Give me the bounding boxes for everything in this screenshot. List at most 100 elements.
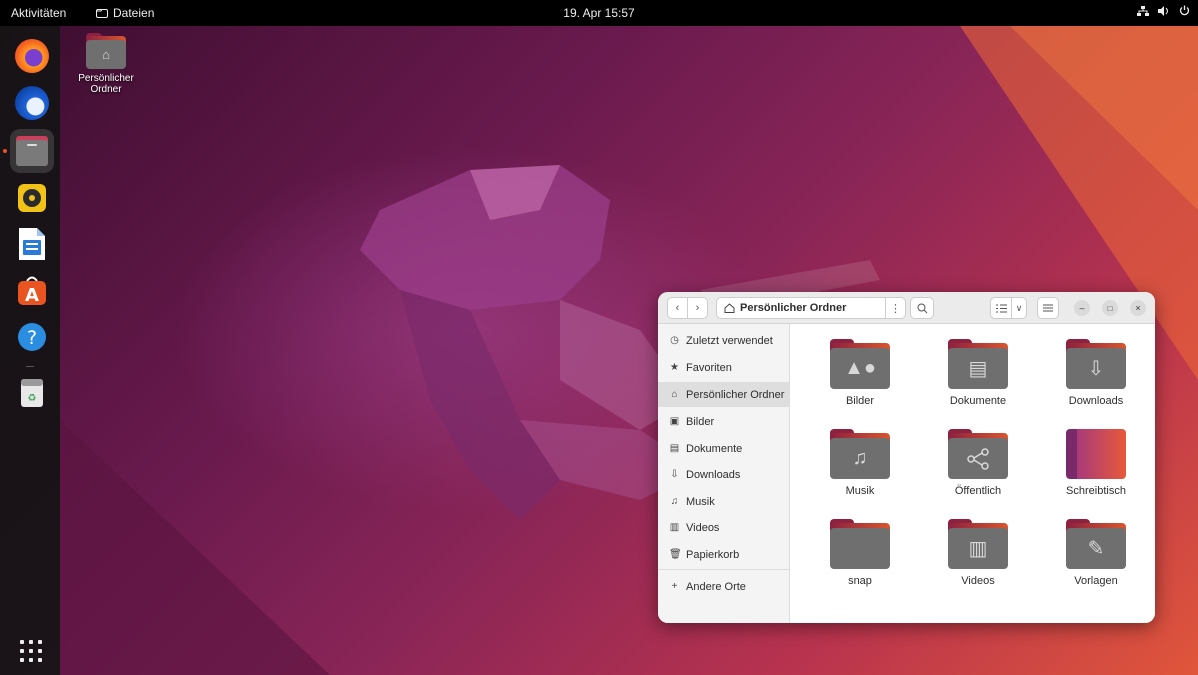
folder-label: Dokumente: [949, 395, 1007, 407]
dock-software[interactable]: A: [10, 268, 54, 312]
desktop-home-label-line2: Ordner: [90, 84, 122, 95]
main-menu-button[interactable]: [1037, 297, 1059, 319]
dock-rhythmbox[interactable]: [10, 176, 54, 220]
chevron-left-icon: ‹: [675, 302, 680, 314]
folder-item-videos[interactable]: ▥ Videos: [928, 519, 1028, 587]
music-icon: ♫: [830, 438, 890, 479]
sidebar-item-favorites[interactable]: ★ Favoriten: [658, 355, 789, 380]
app-menu[interactable]: Dateien: [96, 6, 154, 20]
sidebar-item-label: Musik: [686, 495, 715, 508]
document-icon: ▤: [948, 348, 1008, 389]
folder-icon: ✎: [1066, 519, 1126, 569]
sidebar-item-documents[interactable]: ▤ Dokumente: [658, 436, 789, 461]
network-icon: [1137, 5, 1149, 16]
folder-icon: ▤: [948, 339, 1008, 389]
dock-writer[interactable]: [10, 222, 54, 266]
minimize-button[interactable]: –: [1074, 300, 1090, 316]
sidebar-item-other-locations[interactable]: + Andere Orte: [658, 574, 789, 599]
folder-label: Öffentlich: [954, 485, 1002, 497]
folder-label: Downloads: [1068, 395, 1124, 407]
folder-item-downloads[interactable]: ⇩ Downloads: [1046, 339, 1146, 407]
close-button[interactable]: ×: [1130, 300, 1146, 316]
sidebar-item-home[interactable]: ⌂ Persönlicher Ordner: [658, 382, 789, 407]
dock-thunderbird[interactable]: [10, 81, 54, 125]
folder-label: Bilder: [845, 395, 875, 407]
software-icon: A: [18, 276, 46, 306]
grid-dot: [29, 640, 33, 644]
download-icon: ⇩: [1066, 348, 1126, 389]
folder-item-bilder[interactable]: ▲● Bilder: [810, 339, 910, 407]
sidebar-item-label: Papierkorb: [686, 548, 740, 561]
thunderbird-icon: [15, 86, 49, 120]
share-icon-graphic: [967, 447, 989, 470]
folder-icon: ⇩: [1066, 339, 1126, 389]
sidebar-item-label: Bilder: [686, 415, 715, 428]
clock-icon: ◷: [670, 335, 679, 346]
sidebar-item-label: Downloads: [686, 468, 741, 481]
view-options-button[interactable]: ∨: [1011, 297, 1027, 319]
folder-label: snap: [848, 575, 872, 587]
folder-icon: [96, 9, 108, 18]
dock-files[interactable]: [10, 129, 54, 173]
maximize-button[interactable]: □: [1102, 300, 1118, 316]
sidebar-separator: [658, 569, 789, 570]
folder-item-dokumente[interactable]: ▤ Dokumente: [928, 339, 1028, 407]
folder-item-musik[interactable]: ♫ Musik: [810, 429, 910, 497]
folder-grid: ▲● Bilder ▤ Dokumente ⇩ Downloads ♫ Musi…: [790, 324, 1155, 623]
header-bar: ‹ › Persönlicher Ordner ⋮ ∨ – □ ×: [658, 292, 1155, 324]
path-bar[interactable]: Persönlicher Ordner ⋮: [716, 297, 906, 319]
close-icon: ×: [1135, 303, 1141, 313]
star-icon: ★: [670, 362, 679, 373]
grid-dot: [29, 658, 33, 662]
desktop-icon-body: [1066, 429, 1126, 479]
dock-running-indicator: [3, 149, 7, 153]
power-icon: [1179, 5, 1190, 16]
grid-dot: [20, 649, 24, 653]
back-button[interactable]: ‹: [667, 297, 688, 319]
path-menu-button[interactable]: ⋮: [885, 297, 905, 319]
volume-icon: [1158, 5, 1168, 16]
dock-firefox[interactable]: [10, 34, 54, 78]
image-icon: ▲●: [830, 348, 890, 389]
app-menu-label: Dateien: [113, 6, 155, 20]
home-folder-icon: ⌂: [86, 33, 126, 69]
desktop-icon: [1066, 429, 1126, 479]
show-applications-button[interactable]: [16, 636, 46, 666]
chevron-down-icon: ∨: [1015, 302, 1023, 313]
writer-icon: [19, 228, 45, 260]
folder-label: Videos: [961, 575, 995, 587]
document-icon: ▤: [669, 443, 680, 454]
home-icon: [724, 303, 735, 313]
folder-item-snap[interactable]: snap: [810, 519, 910, 587]
firefox-icon: [15, 39, 49, 73]
sidebar-item-trash[interactable]: 🗑 Papierkorb: [658, 542, 789, 567]
sidebar-item-music[interactable]: ♫ Musik: [658, 489, 789, 514]
folder-item-vorlagen[interactable]: ✎ Vorlagen: [1046, 519, 1146, 587]
help-icon: ?: [18, 323, 46, 351]
sidebar-item-label: Zuletzt verwendet: [686, 334, 773, 347]
sidebar-item-label: Favoriten: [686, 361, 732, 374]
sidebar-item-label: Videos: [686, 521, 720, 534]
sidebar-item-recent[interactable]: ◷ Zuletzt verwendet: [658, 328, 789, 353]
grid-dot: [38, 649, 42, 653]
activities-button[interactable]: Aktivitäten: [11, 6, 66, 20]
dock-trash[interactable]: ♻: [10, 371, 54, 415]
template-icon: ✎: [1066, 528, 1126, 569]
sidebar-item-downloads[interactable]: ⇩ Downloads: [658, 462, 789, 487]
clock[interactable]: 19. Apr 15:57: [563, 6, 634, 20]
folder-item-schreibtisch[interactable]: Schreibtisch: [1046, 429, 1146, 497]
desktop-home-folder[interactable]: ⌂ Persönlicher Ordner: [68, 33, 144, 95]
rhythmbox-icon: [18, 184, 46, 212]
view-toggle-button[interactable]: [990, 297, 1012, 319]
system-tray[interactable]: [1137, 5, 1190, 16]
grid-dot: [38, 658, 42, 662]
folder-item-oeffentlich[interactable]: Öffentlich: [928, 429, 1028, 497]
sidebar-item-label: Andere Orte: [686, 580, 746, 593]
sidebar-item-videos[interactable]: ▥ Videos: [658, 515, 789, 540]
folder-label: Musik: [845, 485, 875, 497]
search-button[interactable]: [910, 297, 934, 319]
forward-button[interactable]: ›: [687, 297, 708, 319]
dock-help[interactable]: ?: [10, 315, 54, 359]
trash-icon: 🗑: [669, 549, 682, 560]
sidebar-item-pictures[interactable]: ▣ Bilder: [658, 409, 789, 434]
